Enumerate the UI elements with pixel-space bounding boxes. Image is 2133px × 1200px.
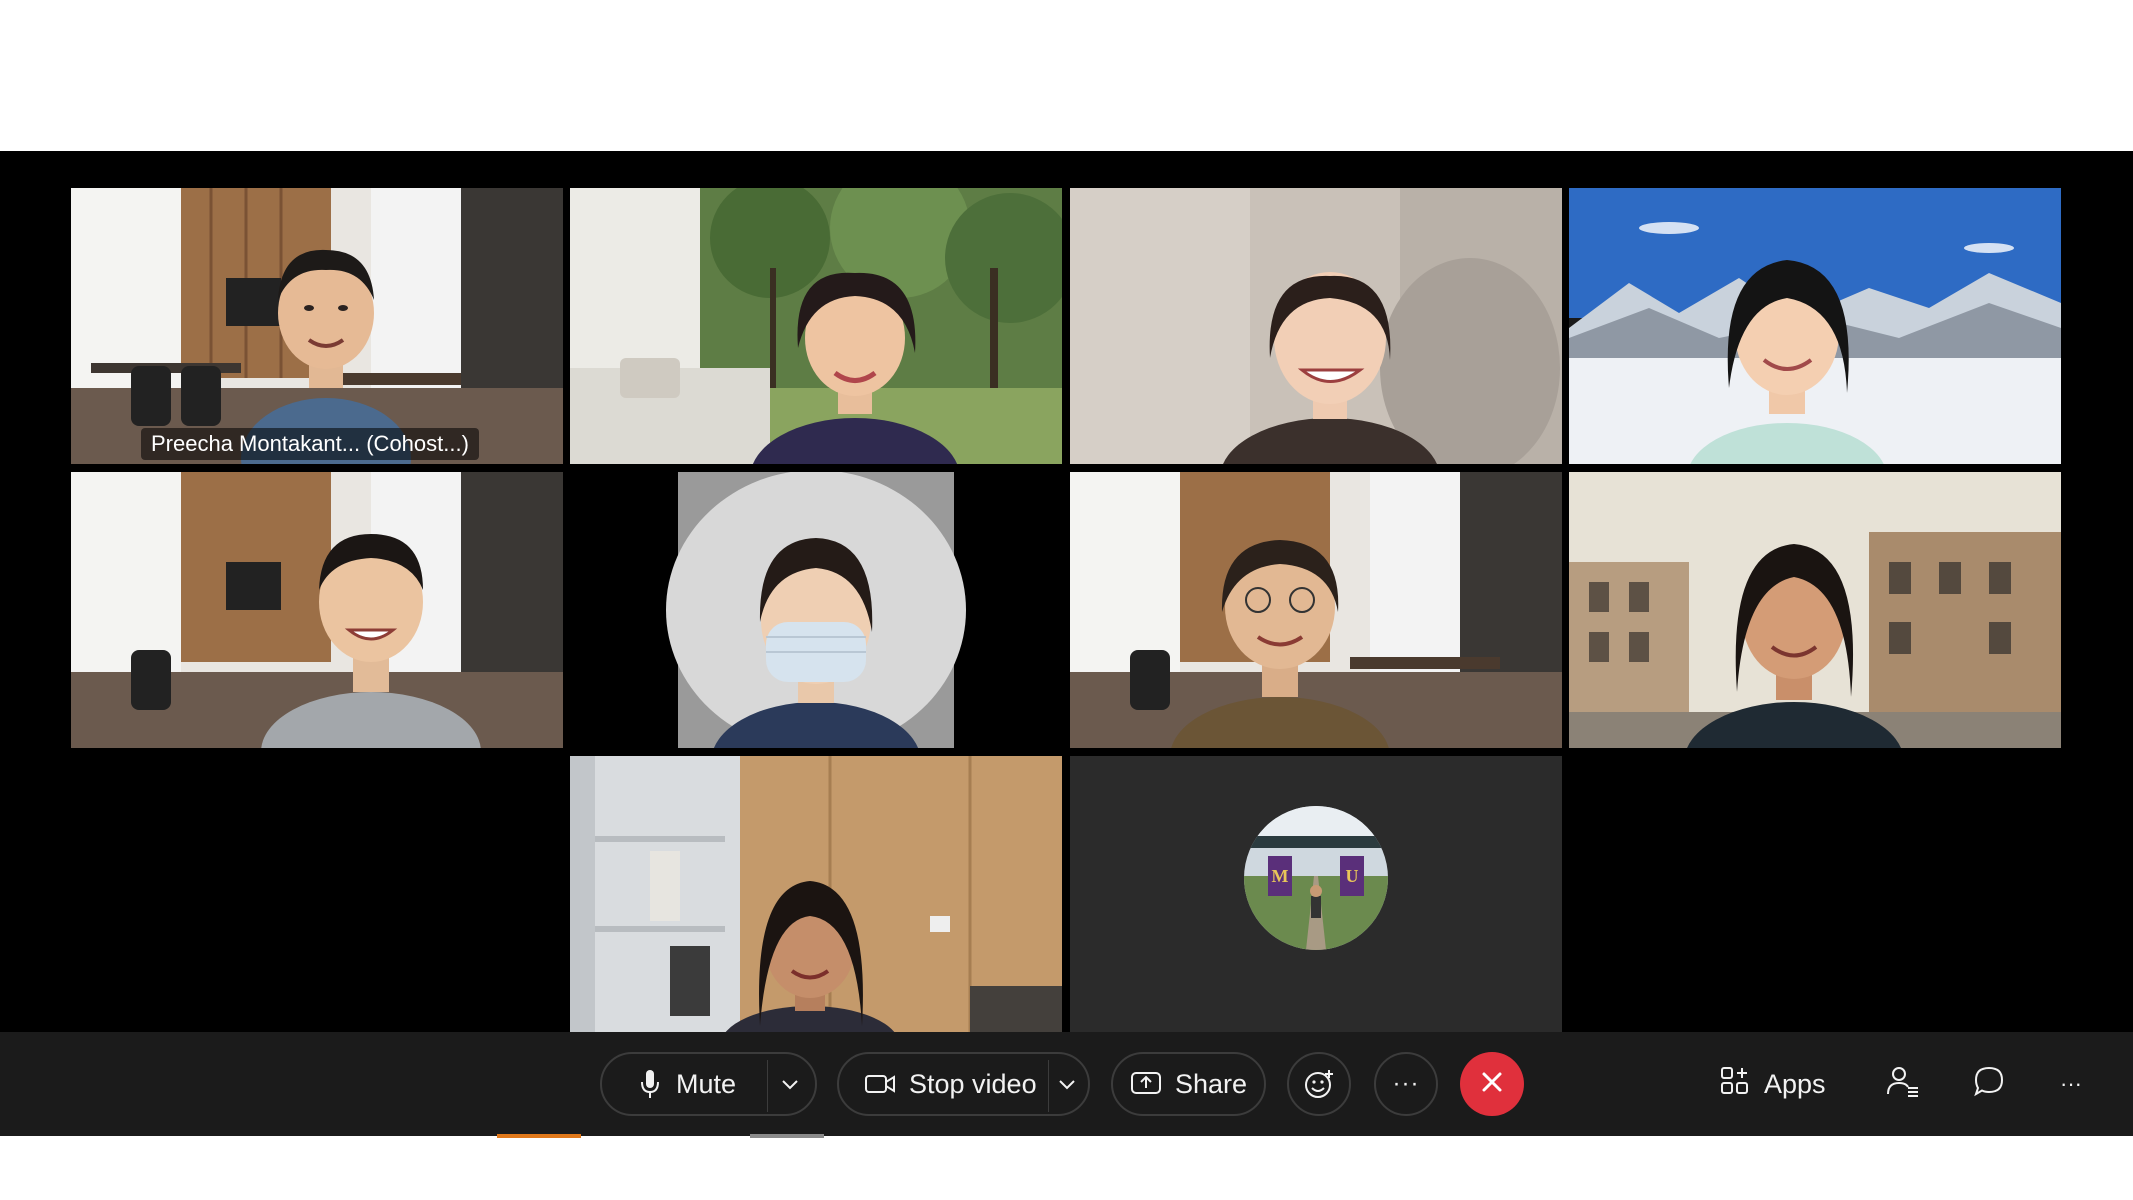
participant-tile[interactable] xyxy=(570,472,1062,748)
overflow-icon: ··· xyxy=(2060,1071,2082,1096)
participant-tile[interactable]: Preecha Montakant... (Cohost...) xyxy=(71,188,563,464)
chat-icon xyxy=(1973,1065,2005,1104)
reactions-icon xyxy=(1303,1068,1335,1100)
avatar-letter: U xyxy=(1346,866,1359,886)
end-call-icon xyxy=(1479,1069,1505,1100)
participant-tile[interactable] xyxy=(570,188,1062,464)
participant-video xyxy=(570,472,1062,748)
participant-name: Preecha Montakant... (Cohost...) xyxy=(141,428,479,460)
participant-tile[interactable] xyxy=(1569,188,2061,464)
stop-video-label: Stop video xyxy=(909,1068,1037,1099)
participant-tile[interactable] xyxy=(1569,472,2061,748)
participant-avatar: M U xyxy=(1070,756,1562,1032)
participant-video xyxy=(71,472,563,748)
stop-video-button[interactable]: Stop video xyxy=(837,1052,1090,1116)
avatar-letter: M xyxy=(1272,866,1289,886)
mute-label: Mute xyxy=(676,1068,737,1099)
participant-video xyxy=(1569,188,2061,464)
participants-icon xyxy=(1886,1064,1920,1105)
participants-button[interactable] xyxy=(1886,1052,1920,1116)
share-screen-icon xyxy=(1131,1071,1161,1097)
participant-tile[interactable] xyxy=(570,756,1062,1032)
participant-video xyxy=(570,188,1062,464)
apps-label: Apps xyxy=(1764,1068,1826,1099)
participant-tile[interactable]: M U xyxy=(1070,756,1562,1032)
participant-tile[interactable] xyxy=(1070,188,1562,464)
apps-icon xyxy=(1720,1066,1750,1103)
more-options-icon: ··· xyxy=(1392,1070,1420,1097)
chevron-down-icon[interactable] xyxy=(1057,1074,1077,1094)
accent-strip xyxy=(497,1134,581,1138)
participant-video xyxy=(1569,472,2061,748)
meeting-window: Preecha Montakant... (Cohost...) M U Mut… xyxy=(0,151,2133,1136)
share-button[interactable]: Share xyxy=(1111,1052,1266,1116)
split-divider xyxy=(1048,1060,1049,1112)
mute-button[interactable]: Mute xyxy=(600,1052,817,1116)
accent-strip xyxy=(750,1134,824,1138)
participant-video xyxy=(71,188,563,464)
end-call-button[interactable] xyxy=(1460,1052,1524,1116)
chat-button[interactable] xyxy=(1973,1052,2005,1116)
participant-video xyxy=(570,756,1062,1032)
participant-tile[interactable] xyxy=(71,472,563,748)
overflow-button[interactable]: ··· xyxy=(2060,1052,2082,1116)
more-options-button[interactable]: ··· xyxy=(1374,1052,1438,1116)
meeting-toolbar: Mute Stop video Share ··· Apps ··· xyxy=(0,1032,2133,1136)
reactions-button[interactable] xyxy=(1287,1052,1351,1116)
apps-button[interactable]: Apps xyxy=(1720,1052,1826,1116)
participant-video xyxy=(1070,188,1562,464)
participant-video xyxy=(1070,472,1562,748)
share-label: Share xyxy=(1175,1068,1248,1099)
split-divider xyxy=(767,1060,768,1112)
chevron-down-icon[interactable] xyxy=(780,1074,800,1094)
participant-tile[interactable] xyxy=(1070,472,1562,748)
microphone-icon xyxy=(640,1068,660,1100)
video-camera-icon xyxy=(865,1073,895,1095)
